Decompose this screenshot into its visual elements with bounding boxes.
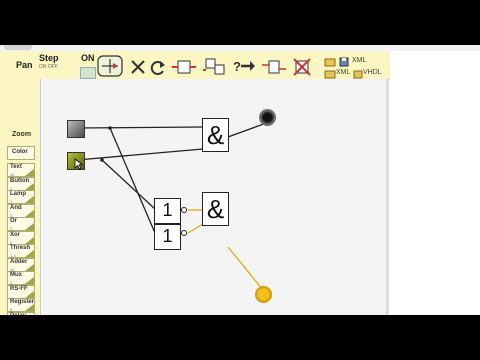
palette-corner-icon <box>25 223 34 230</box>
wire-and-bottom-to-lamp[interactable] <box>227 246 264 291</box>
mouse-pointer-icon <box>74 158 84 170</box>
split-gate-icon[interactable] <box>203 56 227 76</box>
palette-item-label: And <box>10 204 22 211</box>
export-vhdl-icon[interactable] <box>353 69 363 79</box>
svg-text:?: ? <box>233 59 241 74</box>
save-disk-icon[interactable] <box>339 57 349 67</box>
invert-bubble-a <box>181 207 187 213</box>
wire-junction-b <box>100 158 104 162</box>
palette-item-or[interactable]: Or 2 <box>7 217 35 231</box>
copy-gate-icon[interactable] <box>172 57 196 77</box>
canvas-scroll-edge[interactable] <box>386 79 389 315</box>
toolbar: Pan Step ON OFF ON ? XML XML VHDL <box>0 51 390 80</box>
on-label: ON <box>81 53 95 63</box>
palette-corner-icon <box>25 196 34 203</box>
vhdl-export-label[interactable]: VHDL <box>363 69 382 76</box>
step-on-off-toggle[interactable]: ON OFF <box>39 64 58 70</box>
invert-bubble-b <box>181 230 187 236</box>
palette-item-thresh[interactable]: Thresh 1-2 <box>7 244 35 258</box>
palette-item-register[interactable]: Register 8 <box>7 298 35 312</box>
wire-a-to-buffer-b[interactable] <box>109 127 156 234</box>
palette-item-lamp[interactable]: Lamp 1 <box>7 190 35 204</box>
pan-button[interactable]: Pan <box>16 60 33 70</box>
palette-item-label: Lamp <box>10 191 27 197</box>
wire-buffer-b-to-and-bottom[interactable] <box>187 223 204 234</box>
load-folder-icon[interactable] <box>324 57 336 67</box>
delete-x-icon[interactable] <box>128 57 150 77</box>
on-off-toggle[interactable] <box>80 67 96 79</box>
and-gate-top[interactable]: & <box>202 118 229 152</box>
palette-corner-icon <box>25 209 34 217</box>
component-palette: Zoom Color Text 1b Button 1 Lamp 1 And 2 Or 2 Xor 2… <box>0 79 41 315</box>
input-switch-b[interactable] <box>67 152 85 170</box>
wire-b-to-and-top[interactable] <box>76 148 204 161</box>
select-tool-icon[interactable] <box>97 55 123 77</box>
wire-junction-a <box>108 126 112 130</box>
buffer-gate-a[interactable]: 1 <box>154 198 181 224</box>
palette-item-text[interactable]: Text 1b <box>7 163 35 177</box>
color-label: Color <box>12 149 28 155</box>
xml-top-label[interactable]: XML <box>352 57 366 64</box>
and-gate-bottom[interactable]: & <box>202 192 229 226</box>
palette-item-label: Xor <box>10 231 21 238</box>
input-switch-a[interactable] <box>67 120 85 138</box>
buffer-gate-b[interactable]: 1 <box>154 224 181 250</box>
wire-a-to-and-top[interactable] <box>76 126 204 129</box>
circuit-canvas[interactable]: & & 1 1 <box>41 79 386 315</box>
palette-item-label: Mux <box>10 272 22 278</box>
palette-item-delay[interactable]: Delayideal <box>7 311 35 316</box>
palette-corner-icon <box>25 250 34 257</box>
step-button[interactable]: Step <box>39 53 59 63</box>
step-arrow-icon[interactable]: ? <box>232 56 256 76</box>
browser-tab[interactable] <box>4 45 32 50</box>
palette-corner-icon <box>25 290 34 298</box>
rotate-icon[interactable] <box>148 57 170 77</box>
clear-circuit-icon[interactable] <box>292 57 314 77</box>
wire-gate-icon[interactable] <box>262 57 286 77</box>
palette-corner-icon <box>25 277 34 284</box>
output-lamp-bottom[interactable] <box>255 286 272 303</box>
color-button[interactable]: Color <box>7 146 35 160</box>
palette-item-label: Or <box>10 218 18 224</box>
palette-item-label: Delay <box>10 313 26 316</box>
palette-item-and[interactable]: And 2 <box>7 203 35 218</box>
palette-corner-icon <box>25 182 34 190</box>
palette-item-button[interactable]: Button 1 <box>7 176 35 191</box>
palette-item-xor[interactable]: Xor 2 <box>7 230 35 245</box>
palette-item-rs-ff[interactable]: RS-FF <box>7 284 35 299</box>
palette-item-mux[interactable]: Mux 2 <box>7 271 35 285</box>
xml-export-label[interactable]: XML <box>336 69 350 76</box>
palette-corner-icon <box>25 304 34 311</box>
zoom-label[interactable]: Zoom <box>12 131 31 138</box>
toolbar-blank-area <box>390 51 480 79</box>
palette-item-label: Text <box>10 164 22 170</box>
palette-item-adder[interactable]: Adder 1a <box>7 257 35 272</box>
app-window: Pan Step ON OFF ON ? XML XML VHDL Zoom C… <box>0 45 480 315</box>
output-lamp-top[interactable] <box>259 109 276 126</box>
palette-corner-icon <box>25 263 34 271</box>
wire-b-to-buffer-a[interactable] <box>101 159 156 210</box>
export-xml-icon[interactable] <box>324 69 336 79</box>
palette-corner-icon <box>25 236 34 244</box>
palette-corner-icon <box>25 169 34 176</box>
